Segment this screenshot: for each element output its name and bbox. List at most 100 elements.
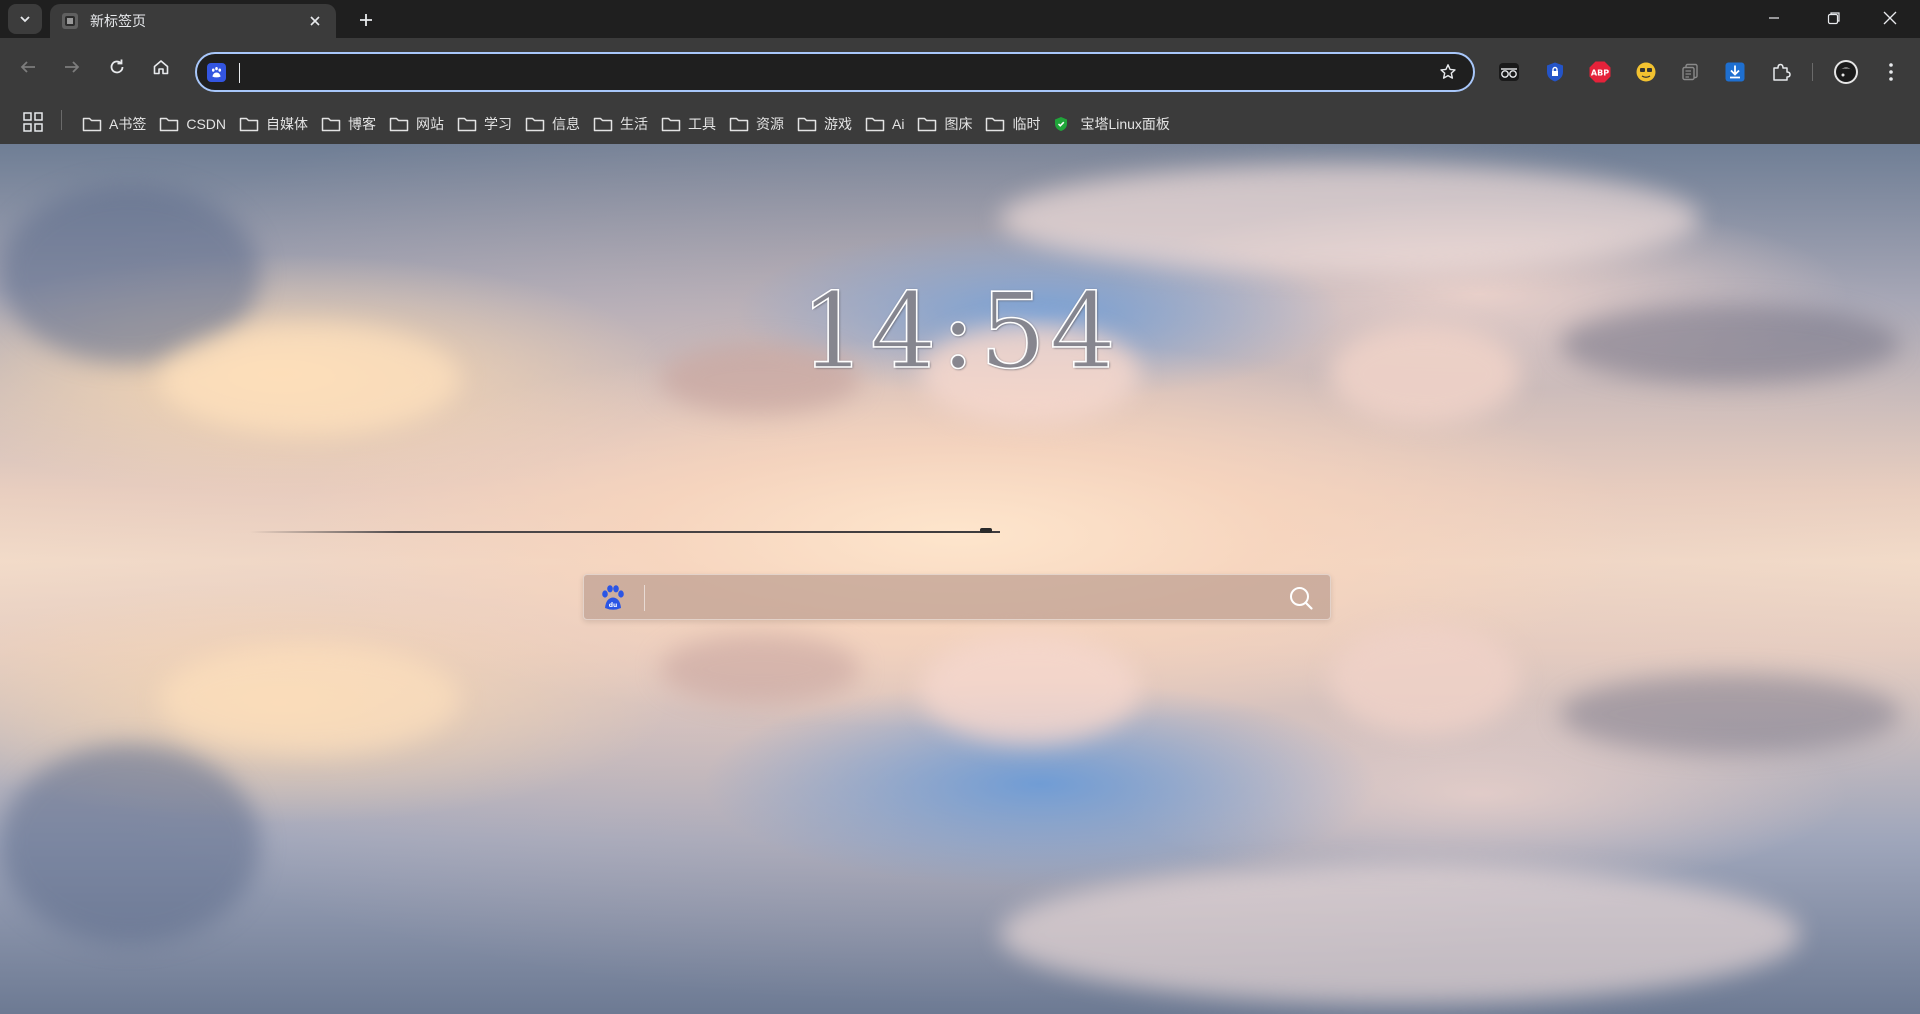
folder-icon — [457, 116, 477, 132]
profile-button[interactable] — [1832, 58, 1860, 86]
search-icon — [1290, 587, 1313, 610]
restore-button[interactable] — [1804, 0, 1864, 36]
abp-label: ABP — [1591, 69, 1609, 78]
text-caret — [239, 63, 240, 83]
bookmark-folder-image-host[interactable]: 图床 — [915, 109, 980, 139]
forward-button[interactable] — [55, 50, 89, 84]
background-cloud — [0, 744, 260, 944]
reload-button[interactable] — [100, 50, 134, 84]
chevron-down-icon — [20, 16, 30, 23]
boat — [980, 528, 992, 533]
tab-close-button[interactable] — [304, 10, 326, 32]
bookmark-folder-info[interactable]: 信息 — [523, 109, 588, 139]
bookmark-folder-self-media[interactable]: 自媒体 — [237, 109, 316, 139]
bookmark-folder-life[interactable]: 生活 — [591, 109, 656, 139]
tab-favicon-icon — [62, 13, 78, 29]
baidu-paw-icon: du — [602, 585, 624, 610]
search-engine-selector[interactable]: du — [598, 583, 628, 613]
star-icon — [1440, 64, 1456, 79]
new-tab-page: 14:54 du — [0, 144, 1920, 1014]
bookmark-label: 资源 — [756, 116, 785, 132]
home-button[interactable] — [144, 50, 178, 84]
background-cloud — [1560, 674, 1900, 754]
folder-icon — [525, 116, 545, 132]
back-arrow-icon — [20, 61, 35, 73]
kebab-menu-icon — [1889, 63, 1893, 81]
bookmark-folder-study[interactable]: 学习 — [455, 109, 520, 139]
yellow-face-icon — [1636, 62, 1656, 82]
folder-icon — [661, 116, 681, 132]
bookmark-folder-websites[interactable]: 网站 — [387, 109, 452, 139]
background-cloud — [1000, 164, 1700, 274]
window-close-button[interactable] — [1860, 0, 1920, 36]
folder-icon — [239, 116, 259, 132]
bookmark-star-button[interactable] — [1437, 61, 1459, 83]
bookmark-label: CSDN — [186, 116, 227, 132]
bookmark-folder-temp[interactable]: 临时 — [983, 109, 1048, 139]
abp-icon: ABP — [1589, 61, 1611, 83]
folder-icon — [82, 116, 102, 132]
background-cloud — [920, 634, 1140, 744]
extension-yellow-face[interactable] — [1632, 58, 1660, 86]
new-tab-button[interactable] — [352, 6, 380, 34]
search-input[interactable] — [654, 585, 1248, 613]
extension-download[interactable] — [1721, 58, 1749, 86]
bookmark-label: Ai — [892, 116, 905, 132]
extension-abp[interactable]: ABP — [1586, 58, 1614, 86]
toolbar-divider — [1812, 63, 1813, 81]
plus-icon — [360, 14, 372, 26]
extension-shield-lock[interactable] — [1541, 58, 1569, 86]
bookmark-folder-resources[interactable]: 资源 — [727, 109, 792, 139]
extensions-button[interactable] — [1767, 58, 1795, 86]
baidu-paw-icon — [207, 63, 226, 82]
puzzle-icon — [1773, 63, 1791, 81]
bookmark-folder-blog[interactable]: 博客 — [319, 109, 384, 139]
search-divider — [644, 585, 645, 611]
tab-search-button[interactable] — [8, 4, 42, 34]
bookmark-label: 网站 — [416, 116, 445, 132]
background-cloud — [160, 644, 460, 754]
tab-strip: 新标签页 — [0, 0, 1920, 38]
bookmark-label: A书签 — [109, 116, 147, 132]
folder-icon — [917, 116, 937, 132]
bookmark-folder-a-bookmarks[interactable]: A书签 — [80, 109, 154, 139]
restore-icon — [1827, 12, 1840, 25]
bookmark-label: 自媒体 — [266, 116, 309, 132]
reload-icon — [110, 59, 124, 74]
horizon-line — [250, 531, 1000, 533]
address-input[interactable] — [237, 60, 1421, 86]
apps-grid-icon[interactable] — [22, 111, 44, 133]
extension-glasses[interactable] — [1495, 58, 1523, 86]
forward-arrow-icon — [65, 61, 80, 73]
bookmark-label: 游戏 — [824, 116, 853, 132]
close-icon — [1883, 11, 1897, 25]
svg-text:du: du — [609, 602, 618, 609]
minimize-button[interactable] — [1744, 0, 1804, 36]
download-icon — [1725, 62, 1745, 82]
clock: 14:54 — [799, 269, 1120, 393]
bookmark-folder-csdn[interactable]: CSDN — [157, 109, 234, 139]
minimize-icon — [1769, 17, 1779, 19]
tab-title: 新标签页 — [90, 13, 146, 29]
background-cloud — [1000, 864, 1800, 1004]
extension-copy[interactable] — [1676, 58, 1704, 86]
bookmark-bt-panel[interactable]: 宝塔Linux面板 — [1051, 109, 1177, 139]
search-bar[interactable]: du — [583, 574, 1331, 620]
bookmark-folder-ai[interactable]: Ai — [863, 109, 912, 139]
shield-green-icon — [1053, 116, 1073, 132]
bookmark-folder-tools[interactable]: 工具 — [659, 109, 724, 139]
bookmark-label: 生活 — [620, 116, 649, 132]
tab-new-tab[interactable]: 新标签页 — [50, 4, 336, 38]
folder-icon — [321, 116, 341, 132]
menu-button[interactable] — [1877, 58, 1905, 86]
address-bar[interactable] — [195, 52, 1475, 92]
avatar — [1834, 60, 1858, 84]
copy-icon — [1682, 63, 1698, 81]
bookmark-folder-games[interactable]: 游戏 — [795, 109, 860, 139]
bookmark-label: 宝塔Linux面板 — [1080, 116, 1170, 132]
bookmark-label: 临时 — [1012, 116, 1041, 132]
search-button[interactable] — [1286, 583, 1316, 613]
back-button[interactable] — [11, 50, 45, 84]
folder-icon — [389, 116, 409, 132]
bookmark-label: 工具 — [688, 116, 717, 132]
